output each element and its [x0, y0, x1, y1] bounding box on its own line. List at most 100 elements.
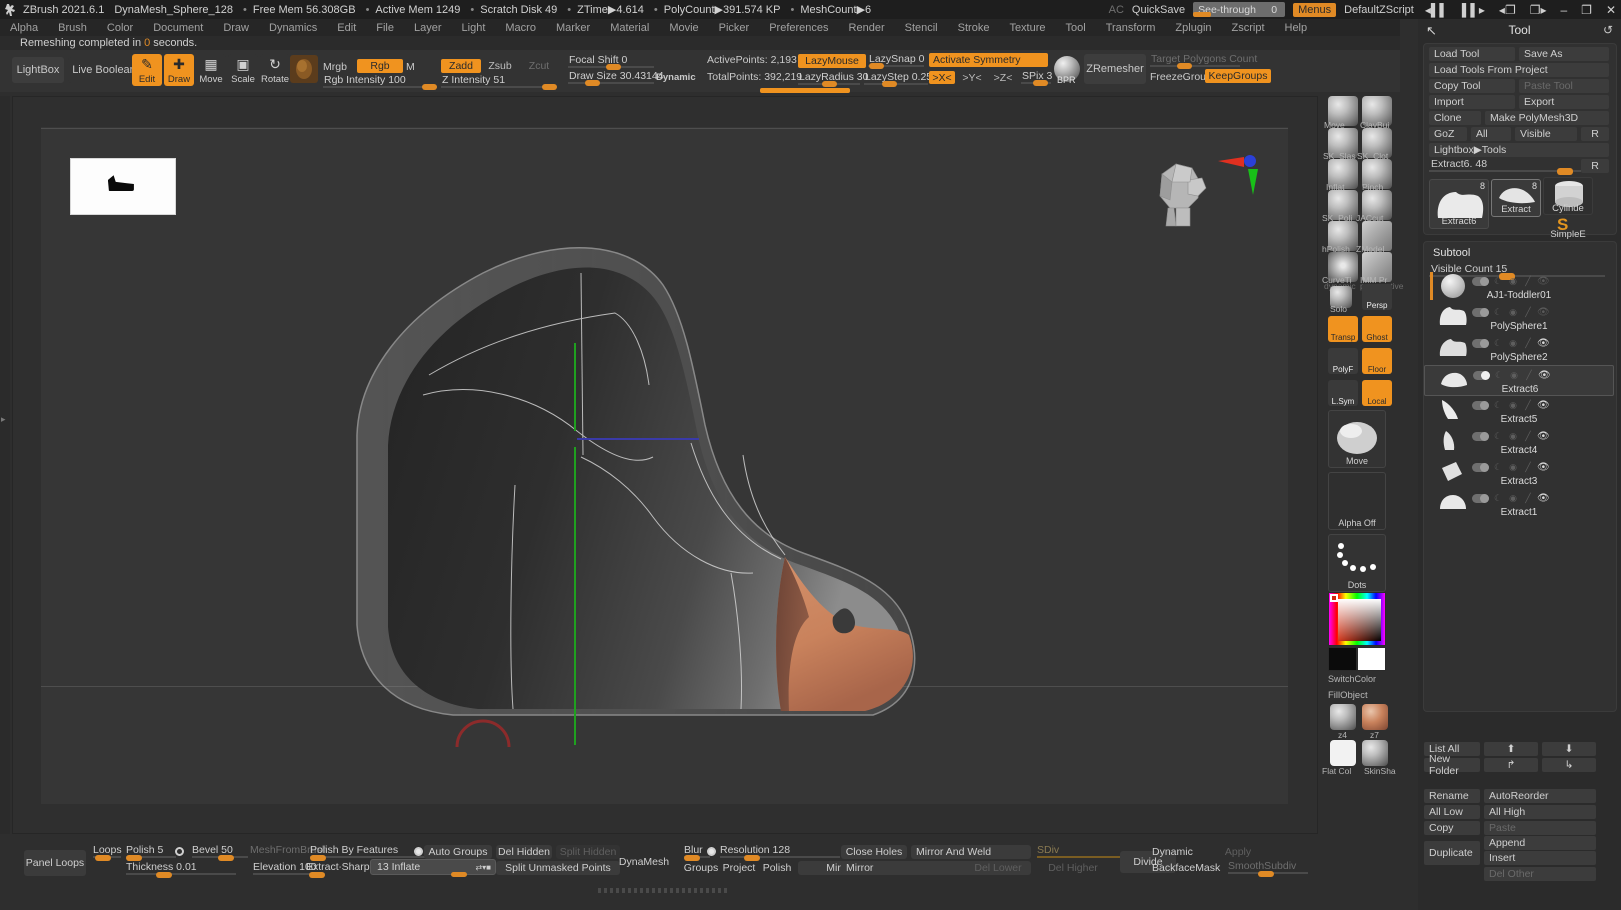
subtool-icons-6[interactable]: ☾ ◉ ╱ 👁	[1472, 462, 1551, 473]
load-tools-from-project-button[interactable]: Load Tools From Project	[1429, 63, 1609, 77]
menu-transform[interactable]: Transform	[1096, 22, 1166, 34]
extract-sharp-button[interactable]: Extract∙Sharp	[306, 860, 378, 874]
subtool-paint-toggle-4[interactable]	[1472, 400, 1489, 410]
spix-knob[interactable]	[1033, 80, 1048, 86]
all-button[interactable]: All	[1471, 127, 1511, 141]
subtool-mesh-icon-6[interactable]: ◉	[1507, 462, 1519, 472]
del-lower-button[interactable]: Del Lower	[963, 861, 1033, 875]
auto-groups-radio[interactable]	[414, 847, 423, 856]
rotate-mode-button[interactable]: ↻ Rotate	[260, 54, 290, 86]
subtool-paint-toggle-7[interactable]	[1472, 493, 1489, 503]
subtool-brush-icon-2[interactable]: ╱	[1522, 338, 1534, 348]
activate-symmetry-button[interactable]: Activate Symmetry	[929, 53, 1048, 67]
material-flatcolor-swatch[interactable]	[1330, 740, 1356, 766]
subtool-paint-toggle-2[interactable]	[1472, 338, 1489, 348]
lightbox-button[interactable]: LightBox	[12, 57, 64, 83]
rgb-intensity-slider[interactable]: Rgb Intensity 100	[323, 74, 437, 90]
lazy-radius-slider[interactable]: LazyRadius 30	[798, 71, 868, 87]
refresh-icon[interactable]: ↺	[1603, 23, 1613, 37]
subtool-row-7[interactable]: ☾ ◉ ╱ 👁 Extract1	[1424, 489, 1614, 520]
keep-groups-button[interactable]: KeepGroups	[1205, 69, 1271, 83]
subtool-icons-5[interactable]: ☾ ◉ ╱ 👁	[1472, 431, 1551, 442]
subtool-eye-icon-6[interactable]: 👁	[1537, 462, 1551, 473]
subtool-brush-icon-6[interactable]: ╱	[1522, 462, 1534, 472]
material-skinshade-swatch[interactable]	[1362, 740, 1388, 766]
subtool-moon-icon-2[interactable]: ☾	[1492, 338, 1504, 348]
polish-radio[interactable]	[175, 847, 184, 856]
symmetry-y-button[interactable]: >Y<	[959, 71, 985, 84]
project-button[interactable]: Project	[720, 861, 758, 875]
tool-thumb-extract6[interactable]: 8 Extract6	[1429, 179, 1489, 229]
navigation-head-preview[interactable]	[1144, 152, 1214, 230]
menu-macro[interactable]: Macro	[495, 22, 546, 34]
fill-object-button[interactable]: FillObject	[1328, 690, 1368, 701]
panel-loops-button[interactable]: Panel Loops	[24, 850, 86, 876]
menu-marker[interactable]: Marker	[546, 22, 600, 34]
visible-button[interactable]: Visible	[1515, 127, 1577, 141]
goz-button[interactable]: GoZ	[1429, 127, 1467, 141]
window-dock-right-icon[interactable]: ❐▸	[1527, 3, 1550, 17]
subtool-eye-icon-2[interactable]: 👁	[1537, 338, 1551, 349]
subtool-eye-icon-1[interactable]: 👁	[1537, 307, 1551, 318]
subtool-paste-button[interactable]: Paste	[1484, 821, 1596, 835]
z-intensity-slider[interactable]: Z Intensity 51	[441, 74, 557, 90]
left-tray-expand-icon[interactable]: ▸	[1, 414, 6, 425]
subtool-brush-icon-0[interactable]: ╱	[1522, 276, 1534, 286]
lazy-step-knob[interactable]	[882, 81, 897, 87]
subtool-eye-icon-7[interactable]: 👁	[1537, 493, 1551, 504]
symmetry-x-button[interactable]: >X<	[929, 71, 955, 84]
subtool-brush-icon-4[interactable]: ╱	[1522, 400, 1534, 410]
subtool-list[interactable]: ☾ ◉ ╱ 👁 AJ1-Toddler01 ☾ ◉ ╱ 👁 PolySphere…	[1424, 272, 1614, 692]
canvas-area[interactable]	[12, 96, 1318, 834]
rgb-intensity-knob[interactable]	[422, 84, 437, 90]
lightbox-tools-button[interactable]: Lightbox▶Tools	[1429, 143, 1609, 157]
rgb-button[interactable]: Rgb	[357, 59, 403, 73]
menu-edit[interactable]: Edit	[327, 22, 366, 34]
subtool-mesh-icon-0[interactable]: ◉	[1507, 276, 1519, 286]
left-tray-edge[interactable]: ▸	[0, 96, 10, 834]
dynamesh-button[interactable]: DynaMesh	[616, 851, 672, 873]
subtool-move-out-button[interactable]: ↱	[1484, 758, 1538, 772]
paste-tool-button[interactable]: Paste Tool	[1519, 79, 1609, 93]
subtool-row-0[interactable]: ☾ ◉ ╱ 👁 AJ1-Toddler01	[1424, 272, 1614, 303]
subtool-brush-icon-1[interactable]: ╱	[1522, 307, 1534, 317]
subtool-move-down-button[interactable]: ⬇	[1542, 742, 1596, 756]
subtool-paint-toggle-0[interactable]	[1472, 276, 1489, 286]
thickness-knob[interactable]	[156, 872, 172, 878]
quicksave-button[interactable]: QuickSave	[1132, 4, 1185, 16]
subtool-moon-icon-4[interactable]: ☾	[1492, 400, 1504, 410]
smooth-subdiv-slider[interactable]: SmoothSubdiv	[1228, 860, 1308, 877]
del-hidden-button[interactable]: Del Hidden	[496, 845, 552, 859]
del-other-button[interactable]: Del Other	[1484, 867, 1596, 881]
apply-button[interactable]: Apply	[1210, 845, 1266, 859]
subtool-icons-1[interactable]: ☾ ◉ ╱ 👁	[1472, 307, 1551, 318]
subtool-moon-icon-7[interactable]: ☾	[1492, 493, 1504, 503]
subtool-row-6[interactable]: ☾ ◉ ╱ 👁 Extract3	[1424, 458, 1614, 489]
subtool-icons-7[interactable]: ☾ ◉ ╱ 👁	[1472, 493, 1551, 504]
menu-light[interactable]: Light	[452, 22, 496, 34]
dynamesh-polish-button[interactable]: Polish	[760, 861, 794, 875]
z-intensity-knob[interactable]	[542, 84, 557, 90]
lazy-step-slider[interactable]: LazyStep 0.25	[864, 71, 932, 87]
draw-mode-button[interactable]: ✚ Draw	[164, 54, 194, 86]
load-tool-button[interactable]: Load Tool	[1429, 47, 1515, 61]
subtool-eye-icon-3[interactable]: 👁	[1538, 370, 1552, 381]
zremesher-button[interactable]: ZRemesher	[1084, 54, 1146, 84]
lazy-radius-knob[interactable]	[822, 81, 837, 87]
subtool-icons-0[interactable]: ☾ ◉ ╱ 👁	[1472, 276, 1551, 287]
document-canvas[interactable]	[41, 127, 1288, 804]
duplicate-button[interactable]: Duplicate	[1424, 841, 1480, 865]
backface-mask-button[interactable]: BackfaceMask	[1148, 861, 1226, 875]
subtool-move-in-button[interactable]: ↳	[1542, 758, 1596, 772]
smooth-subdiv-knob[interactable]	[1258, 871, 1274, 877]
mirror-and-weld-button[interactable]: Mirror And Weld	[911, 845, 1031, 859]
import-button[interactable]: Import	[1429, 95, 1515, 109]
menu-movie[interactable]: Movie	[659, 22, 708, 34]
subtool-eye-icon-4[interactable]: 👁	[1537, 400, 1551, 411]
secondary-color-swatch[interactable]	[1328, 647, 1357, 671]
edit-mode-button[interactable]: ✎ Edit	[132, 54, 162, 86]
menu-tool[interactable]: Tool	[1056, 22, 1096, 34]
current-brush-swatch[interactable]	[290, 55, 318, 83]
menu-stroke[interactable]: Stroke	[948, 22, 1000, 34]
tool-thumb-simplebrush[interactable]: S SimpleE	[1543, 215, 1593, 241]
